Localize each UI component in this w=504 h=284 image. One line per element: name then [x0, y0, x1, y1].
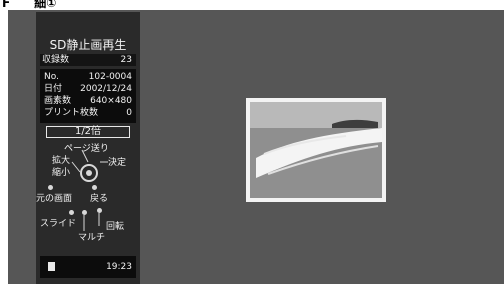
- playback-sidebar: SD静止画再生 収録数 23 No. 102-0004 日付 2002/12/2…: [36, 12, 140, 284]
- heading-fragment: F 細①: [2, 0, 57, 10]
- top-bar: F 細①: [0, 0, 504, 10]
- clock-time: 19:23: [106, 262, 132, 272]
- sd-card-icon: [48, 262, 55, 271]
- button-leader-lines: [83, 213, 100, 231]
- beach-photo: [246, 98, 386, 202]
